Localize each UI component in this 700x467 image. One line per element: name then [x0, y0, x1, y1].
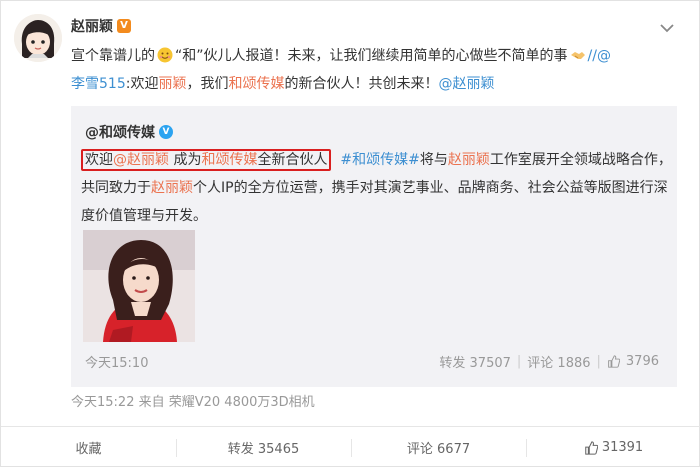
- repost-segment: 将与: [419, 152, 448, 168]
- link-hesong-media[interactable]: 和颂传媒: [228, 76, 284, 92]
- post-text-segment: “和”伙儿人报道！未来，让我们继续用简单的心做些不简单的事: [175, 48, 568, 64]
- thumbs-up-icon[interactable]: [607, 355, 620, 368]
- post-meta: 今天15:22 来自 荣耀V20 4800万3D相机: [71, 395, 315, 410]
- thumbs-up-icon: [585, 440, 598, 455]
- divider: |: [596, 354, 601, 369]
- avatar[interactable]: [14, 14, 62, 62]
- repost-text: 欢迎@赵丽颖 成为和颂传媒全新合伙人 #和颂传媒#将与赵丽颖工作室展开全领域战略…: [81, 146, 677, 230]
- repost-author-name[interactable]: @和颂传媒: [85, 122, 155, 142]
- chevron-down-icon[interactable]: [656, 17, 678, 39]
- link-hesong-media[interactable]: 和颂传媒: [201, 152, 257, 168]
- portrait-photo: [83, 230, 195, 342]
- divider: |: [516, 354, 522, 369]
- favorite-label: 收藏: [75, 442, 102, 457]
- repost-timestamp[interactable]: 今天15:10: [85, 352, 148, 371]
- favorite-button[interactable]: 收藏: [1, 427, 176, 467]
- hashtag-hesong-media[interactable]: #和颂传媒#: [340, 152, 419, 168]
- blue-verified-icon: V: [159, 125, 173, 139]
- link-zhao-liying[interactable]: 赵丽颖: [448, 152, 490, 168]
- comment-button[interactable]: 评论 6677: [351, 427, 526, 467]
- reposted-weibo[interactable]: @和颂传媒 V 欢迎@赵丽颖 成为和颂传媒全新合伙人 #和颂传媒#将与赵丽颖工作…: [71, 106, 677, 387]
- post-text-segment: :欢迎: [125, 76, 159, 92]
- repost-author: @和颂传媒 V: [85, 122, 173, 142]
- mention-zhao-liying[interactable]: @赵丽颖: [438, 76, 494, 92]
- verified-badge-icon: V: [117, 19, 131, 33]
- forward-button[interactable]: 转发 35465: [176, 427, 351, 467]
- repost-comment-count[interactable]: 评论 1886: [527, 352, 590, 371]
- mention-zhao-liying[interactable]: @赵丽颖: [113, 152, 169, 168]
- repost-segment: 成为: [169, 152, 202, 168]
- post-text-segment[interactable]: //@: [588, 48, 611, 64]
- post-text-segment: 宣个靠谱儿的: [71, 48, 155, 64]
- repost-photo[interactable]: [83, 230, 195, 342]
- highlight-box: 欢迎@赵丽颖 成为和颂传媒全新合伙人: [81, 149, 332, 171]
- repost-segment: 欢迎: [85, 152, 113, 168]
- like-label: 31391: [601, 440, 644, 455]
- weibo-post-card: 赵丽颖 V 宣个靠谱儿的 “和”伙儿人报道！未来，让我们继续用简单的心做些不简单的…: [0, 0, 700, 467]
- link-zhao-liying[interactable]: 赵丽颖: [151, 180, 193, 196]
- repost-like-count[interactable]: 3796: [626, 354, 659, 369]
- post-author: 赵丽颖 V: [71, 16, 131, 36]
- repost-forward-count[interactable]: 转发 37507: [439, 352, 511, 371]
- forward-label: 转发 35465: [227, 442, 300, 457]
- smile-emoji-icon: [157, 47, 173, 63]
- comment-label: 评论 6677: [406, 442, 471, 457]
- like-button[interactable]: 31391: [526, 427, 700, 467]
- repost-segment: 全新合伙人: [257, 152, 328, 168]
- avatar-illustration: [14, 14, 62, 62]
- mention-li-xue[interactable]: 李雪515: [71, 76, 126, 92]
- action-bar: 收藏 转发 35465 评论 6677 31391: [1, 426, 700, 467]
- author-name[interactable]: 赵丽颖: [71, 16, 113, 36]
- repost-actions: 转发 37507 | 评论 1886 | 3796: [439, 352, 659, 371]
- link-liying[interactable]: 丽颖: [158, 76, 186, 92]
- post-text-segment: 的新合伙人！共创未来！: [284, 76, 439, 92]
- handshake-emoji-icon: [570, 52, 585, 59]
- post-text-segment: ，我们: [186, 76, 229, 92]
- post-text: 宣个靠谱儿的 “和”伙儿人报道！未来，让我们继续用简单的心做些不简单的事 //@ 李…: [71, 42, 683, 98]
